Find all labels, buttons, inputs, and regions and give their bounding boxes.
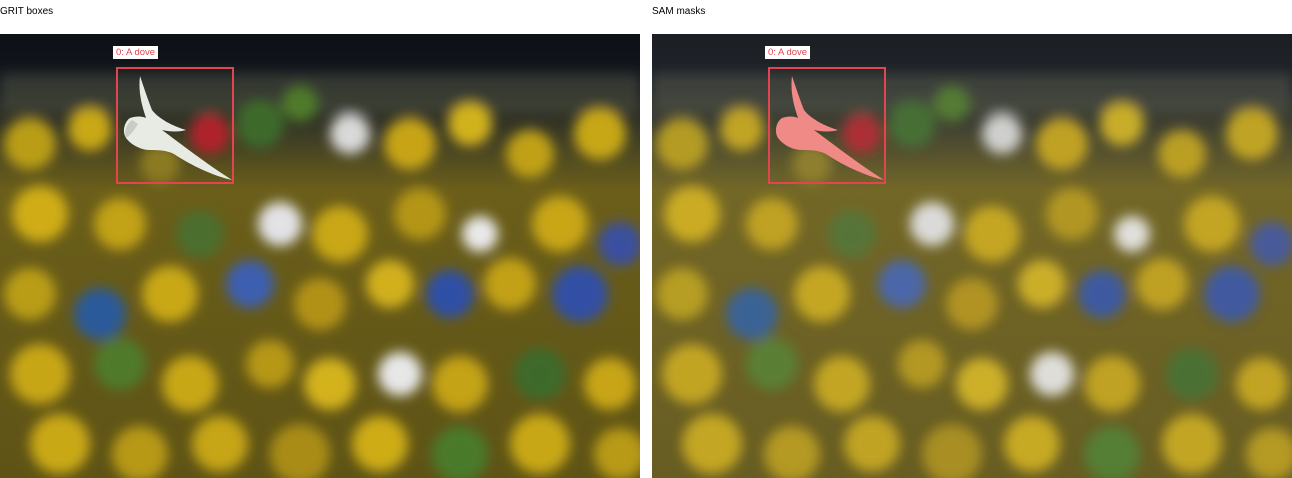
detection-box bbox=[116, 67, 234, 184]
crowd-photo bbox=[0, 34, 640, 478]
detection-box bbox=[768, 67, 886, 184]
crowd-photo bbox=[652, 34, 1292, 478]
crowd-scene bbox=[0, 34, 640, 478]
panel-title: GRIT boxes bbox=[0, 6, 54, 17]
grit-boxes-panel: GRIT boxes 0: A dove bbox=[0, 0, 640, 478]
detection-label: 0: A dove bbox=[113, 46, 159, 59]
detection-label: 0: A dove bbox=[765, 46, 811, 59]
panel-title: SAM masks bbox=[652, 6, 706, 17]
crowd-scene bbox=[652, 34, 1292, 478]
sam-masks-panel: SAM masks 0: A dove bbox=[652, 0, 1292, 478]
